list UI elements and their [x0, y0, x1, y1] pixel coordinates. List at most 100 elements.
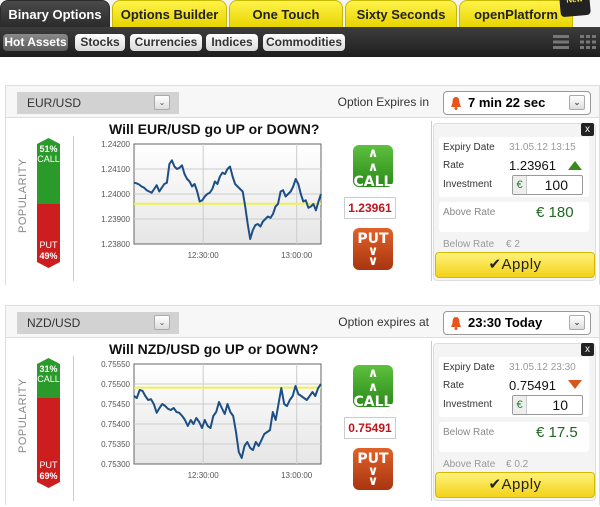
tab-one-touch[interactable]: One Touch	[229, 0, 343, 27]
down-arrow-icon	[568, 380, 582, 389]
apply-button[interactable]: ✔Apply	[435, 252, 595, 278]
close-icon[interactable]: x	[581, 343, 594, 356]
y-tick-label: 1.23900	[101, 215, 130, 224]
call-percent: 51%	[39, 144, 58, 154]
chevron-down-icon[interactable]: ⌄	[154, 315, 170, 330]
y-tick-label: 0.75350	[101, 440, 130, 449]
y-tick-label: 0.75450	[101, 400, 130, 409]
expiry-date-label: Expiry Date	[443, 362, 495, 373]
expiry-label: Option expires at	[338, 315, 429, 329]
panel-body: POPULARITY 51% CALL PUT 49% Will EUR/USD…	[6, 118, 599, 286]
category-bar: Hot Assets Stocks Currencies Indices Com…	[0, 27, 600, 57]
product-tabs-bar: Binary Options Options Builder One Touch…	[0, 0, 600, 27]
investment-label: Investment	[443, 399, 492, 410]
panel-body: POPULARITY 31% CALL PUT 69% Will NZD/USD…	[6, 338, 599, 506]
put-popularity-bar: PUT 49%	[37, 204, 60, 268]
ticket-rate: 1.23961	[509, 158, 556, 173]
category-hot-assets[interactable]: Hot Assets	[3, 34, 68, 51]
double-chevron-down-icon: ∨ ∨	[367, 244, 379, 269]
call-popularity-bar: 51% CALL	[37, 138, 60, 204]
expiry-select[interactable]: 23:30 Today ⌄	[443, 311, 591, 335]
call-button[interactable]: ∧ ∧ CALL	[353, 365, 393, 410]
trade-ticket: x Expiry Date 31.05.12 23:30 Rate 0.7549…	[433, 343, 596, 501]
y-tick-label: 0.75300	[101, 460, 130, 469]
price-chart: 1.24200 1.24100 1.24000 1.23900 1.23800 12:30…	[101, 140, 322, 260]
put-button[interactable]: PUT ∨ ∨	[353, 448, 393, 490]
current-rate: 0.75491	[344, 417, 396, 439]
chevron-down-icon[interactable]: ⌄	[154, 95, 170, 110]
apply-button[interactable]: ✔Apply	[435, 472, 595, 498]
put-popularity-bar: PUT 69%	[37, 398, 60, 488]
asset-name: EUR/USD	[27, 96, 82, 110]
double-chevron-up-icon: ∧ ∧	[367, 146, 379, 175]
category-commodities[interactable]: Commodities	[263, 34, 345, 51]
expiry-select[interactable]: 7 min 22 sec ⌄	[443, 91, 591, 115]
tab-openplatform[interactable]: openPlatform	[459, 0, 573, 27]
panel-header: EUR/USD ⌄ Option Expires in 7 min 22 sec…	[6, 86, 599, 118]
asset-panel: NZD/USD ⌄ Option expires at 23:30 Today …	[5, 305, 600, 506]
put-button[interactable]: PUT ∨ ∨	[353, 228, 393, 270]
secondary-payout-label: Above Rate	[443, 459, 496, 470]
category-indices[interactable]: Indices	[206, 34, 258, 51]
tab-binary-options[interactable]: Binary Options	[0, 0, 110, 27]
y-tick-label: 1.24000	[101, 190, 130, 199]
investment-label: Investment	[443, 179, 492, 190]
investment-input[interactable]: € 10	[512, 395, 583, 415]
ticket-details: Expiry Date 31.05.12 13:15 Rate 1.23961 …	[439, 137, 589, 197]
call-label: CALL	[37, 374, 60, 384]
asset-select[interactable]: NZD/USD ⌄	[17, 312, 179, 334]
up-arrow-icon	[568, 161, 582, 170]
expiry-value: 7 min 22 sec	[468, 95, 546, 110]
double-chevron-down-icon: ∨ ∨	[367, 464, 379, 489]
double-chevron-up-icon: ∧ ∧	[367, 366, 379, 395]
panel-header: NZD/USD ⌄ Option expires at 23:30 Today …	[6, 306, 599, 338]
asset-name: NZD/USD	[27, 316, 81, 330]
asset-select[interactable]: EUR/USD ⌄	[17, 92, 179, 114]
tab-options-builder[interactable]: Options Builder	[112, 0, 227, 27]
plot-area	[133, 363, 322, 465]
put-percent: 49%	[39, 251, 58, 261]
call-button-label: CALL	[353, 394, 393, 410]
expiry-date: 31.05.12 23:30	[509, 362, 576, 373]
chevron-down-icon[interactable]: ⌄	[569, 315, 585, 330]
put-label: PUT	[39, 240, 58, 250]
price-chart: 0.75550 0.75500 0.75450 0.75400 0.75350 0.753…	[101, 360, 322, 480]
call-button-label: CALL	[353, 174, 393, 190]
y-tick-label: 0.75400	[101, 420, 130, 429]
popularity-label: POPULARITY	[17, 158, 29, 233]
chevron-down-icon[interactable]: ⌄	[569, 95, 585, 110]
ticket-details: Expiry Date 31.05.12 23:30 Rate 0.75491 …	[439, 357, 589, 417]
primary-payout: € 17.5	[536, 424, 578, 441]
call-percent: 31%	[39, 364, 58, 374]
category-currencies[interactable]: Currencies	[130, 34, 202, 51]
euro-currency-icon: €	[513, 176, 527, 194]
primary-payout-label: Above Rate	[443, 207, 496, 218]
popularity-label: POPULARITY	[17, 378, 29, 453]
bell-icon	[451, 97, 461, 110]
new-badge: New	[559, 0, 591, 18]
ticket-rate: 0.75491	[509, 378, 556, 393]
expiry-date: 31.05.12 13:15	[509, 142, 576, 153]
put-label: PUT	[39, 460, 58, 470]
current-rate: 1.23961	[344, 197, 396, 219]
list-view-icon[interactable]	[550, 32, 572, 52]
x-tick-label: 12:30:00	[188, 251, 220, 260]
investment-input[interactable]: € 100	[512, 175, 583, 195]
divider	[73, 136, 74, 281]
category-stocks[interactable]: Stocks	[75, 34, 125, 51]
close-icon[interactable]: x	[581, 123, 594, 136]
divider	[431, 341, 432, 501]
tab-sixty-seconds[interactable]: Sixty Seconds	[345, 0, 457, 27]
y-tick-label: 1.24100	[101, 165, 130, 174]
investment-value[interactable]: 10	[552, 397, 568, 413]
secondary-payout: € 2	[506, 239, 520, 250]
x-tick-label: 12:30:00	[188, 471, 220, 480]
investment-value[interactable]: 100	[545, 177, 568, 193]
bell-icon	[451, 317, 461, 330]
divider	[73, 356, 74, 501]
grid-view-icon[interactable]	[578, 32, 600, 52]
call-button[interactable]: ∧ ∧ CALL	[353, 145, 393, 190]
y-tick-label: 1.23800	[101, 240, 130, 249]
rate-label: Rate	[443, 380, 465, 391]
call-popularity-bar: 31% CALL	[37, 358, 60, 398]
